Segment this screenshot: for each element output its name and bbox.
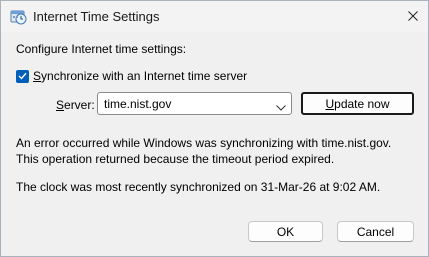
ok-label: OK <box>276 224 295 239</box>
update-now-label: Update now <box>325 96 390 111</box>
chevron-down-icon[interactable] <box>276 100 286 114</box>
cancel-button[interactable]: Cancel <box>337 221 414 242</box>
title-bar[interactable]: Internet Time Settings <box>1 1 428 32</box>
server-value: time.nist.gov <box>104 97 172 111</box>
ok-button[interactable]: OK <box>248 221 323 242</box>
dialog-body: Configure Internet time settings: Synchr… <box>1 32 428 256</box>
settings-heading: Configure Internet time settings: <box>16 42 187 56</box>
server-combobox[interactable]: time.nist.gov <box>97 92 292 115</box>
sync-checkbox-row[interactable]: Synchronize with an Internet time server <box>16 69 247 83</box>
error-message: An error occurred while Windows was sync… <box>16 135 391 167</box>
server-label: Server: <box>56 98 95 112</box>
sync-checkbox[interactable] <box>16 69 29 83</box>
internet-time-settings-dialog: Internet Time Settings Configure Interne… <box>0 0 429 257</box>
sync-checkbox-label: Synchronize with an Internet time server <box>33 69 248 83</box>
last-sync-message: The clock was most recently synchronized… <box>16 180 381 194</box>
update-now-button[interactable]: Update now <box>301 92 414 115</box>
checkmark-icon <box>18 72 27 80</box>
close-icon <box>408 10 418 24</box>
cancel-label: Cancel <box>356 224 395 239</box>
close-button[interactable] <box>399 6 427 28</box>
window-title: Internet Time Settings <box>33 9 160 24</box>
clock-globe-icon <box>10 8 27 25</box>
error-line-1: An error occurred while Windows was sync… <box>16 136 392 150</box>
error-line-2: This operation returned because the time… <box>16 152 335 166</box>
